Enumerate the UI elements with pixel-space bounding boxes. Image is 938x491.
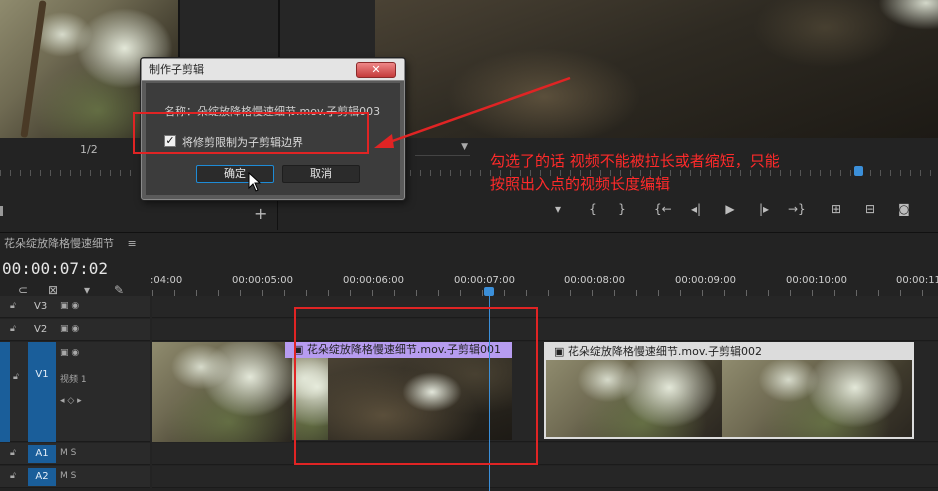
add-marker-icon[interactable]: ▾ [84,283,90,297]
extract-icon[interactable]: ⊟ [862,202,878,216]
track-name: V2 [34,324,48,335]
wrench-icon[interactable]: ✎ [114,283,124,297]
timecode-display[interactable]: 00:00:07:02 [2,259,108,278]
ruler-label: 00:00:08:00 [564,275,626,286]
ruler-label: 00:00:07:00 [454,275,516,286]
clip-header: ▣ 花朵绽放降格慢速细节.mov.子剪辑002 [546,344,912,360]
lock-icon[interactable]: 🔓︎ [10,324,16,334]
ruler-label: 00:00:06:00 [343,275,405,286]
ok-button[interactable]: 确定 [196,165,274,183]
clip-marker-icon: ▣ [554,345,565,358]
track-header-v2[interactable]: 🔓︎ V2 ▣ ◉ [0,319,150,341]
lock-icon[interactable]: 🔓︎ [10,471,16,481]
ruler-label: 00:00:10:00 [786,275,848,286]
keyframe-nav-icon[interactable]: ◂ ◇ ▸ [60,396,82,406]
video-clip[interactable]: ▣ 花朵绽放降格慢速细节.mov.子剪辑002 [544,342,914,439]
clip-title: 花朵绽放降格慢速细节.mov.子剪辑002 [567,345,762,358]
track-target-v1[interactable]: V1 [28,342,56,442]
track-target-a2[interactable]: A2 [28,468,56,486]
eye-icon[interactable]: ▣ ◉ [60,324,79,334]
ruler-label: 00:00:09:00 [675,275,737,286]
source-edge-marker [0,206,3,216]
mark-in-icon[interactable]: { [585,202,601,216]
eye-icon[interactable]: ▣ ◉ [60,348,79,358]
linked-selection-icon[interactable]: ⊠ [48,283,58,297]
lock-icon[interactable]: 🔓︎ [10,301,16,311]
source-patch-v1[interactable] [0,342,10,442]
add-button[interactable]: + [254,204,267,223]
track-name: A1 [35,448,49,459]
track-header-v1[interactable]: 🔓︎ V1 ▣ ◉ 视频 1 ◂ ◇ ▸ [0,342,150,442]
track-label: 视频 1 [60,375,87,385]
ruler-label: :04:00 [150,275,183,286]
ruler-label: 00:00:11 [896,275,938,286]
clip-thumbnail [546,360,722,437]
mark-out-icon[interactable]: } [614,202,630,216]
marker-icon[interactable]: ▾ [550,202,566,216]
track-lane-a2[interactable] [152,466,938,488]
source-scale[interactable]: 1/2 [80,143,98,156]
go-to-in-icon[interactable]: {← [654,202,672,216]
lock-icon[interactable]: 🔓︎ [10,448,16,458]
mouse-cursor-icon [248,172,262,192]
track-header-a2[interactable]: 🔓︎ A2 M S [0,466,150,488]
step-forward-icon[interactable]: |▸ [756,202,772,216]
go-to-out-icon[interactable]: →} [788,202,806,216]
annotation-text: 勾选了的话 视频不能被拉长或者缩短，只能 按照出入点的视频长度编辑 [490,150,850,196]
clip-thumbnail [722,360,912,437]
timeline-tools: ⊂ ⊠ ▾ ✎ [18,283,138,297]
track-name: A2 [35,471,49,482]
eye-icon[interactable]: ▣ ◉ [60,301,79,311]
lift-icon[interactable]: ⊞ [828,202,844,216]
step-back-icon[interactable]: ◂| [688,202,704,216]
track-target-a1[interactable]: A1 [28,445,56,463]
track-lane-v3[interactable] [152,296,938,318]
annotation-arrow [374,76,571,148]
panel-menu-icon[interactable]: ≡ [128,237,137,250]
mute-solo-icons[interactable]: M S [60,448,76,458]
annotation-line-1: 勾选了的话 视频不能被拉长或者缩短，只能 [490,152,780,170]
track-header-a1[interactable]: 🔓︎ A1 M S [0,443,150,465]
track-lane-v2[interactable] [152,319,938,341]
mute-solo-icons[interactable]: M S [60,471,76,481]
track-lane-a1[interactable] [152,443,938,465]
checkbox-highlight-box [133,112,369,154]
sequence-tab[interactable]: 花朵绽放降格慢速细节 ≡ [4,235,137,251]
annotation-line-2: 按照出入点的视频长度编辑 [490,175,671,193]
program-playhead-marker[interactable] [854,166,863,176]
cancel-button[interactable]: 取消 [282,165,360,183]
sequence-name: 花朵绽放降格慢速细节 [4,237,114,250]
ruler-label: 00:00:05:00 [232,275,294,286]
lock-icon[interactable]: 🔓︎ [13,372,19,382]
track-name: V1 [35,369,49,380]
track-name: V3 [34,301,48,312]
play-icon[interactable]: ▶ [722,202,738,216]
track-header-v3[interactable]: 🔓︎ V3 ▣ ◉ [0,296,150,318]
flower-stem [20,0,47,138]
clip-highlight-box [294,307,538,465]
snap-icon[interactable]: ⊂ [18,283,28,297]
export-frame-icon[interactable]: ◙ [896,202,912,216]
clip-thumbnail [152,342,292,442]
